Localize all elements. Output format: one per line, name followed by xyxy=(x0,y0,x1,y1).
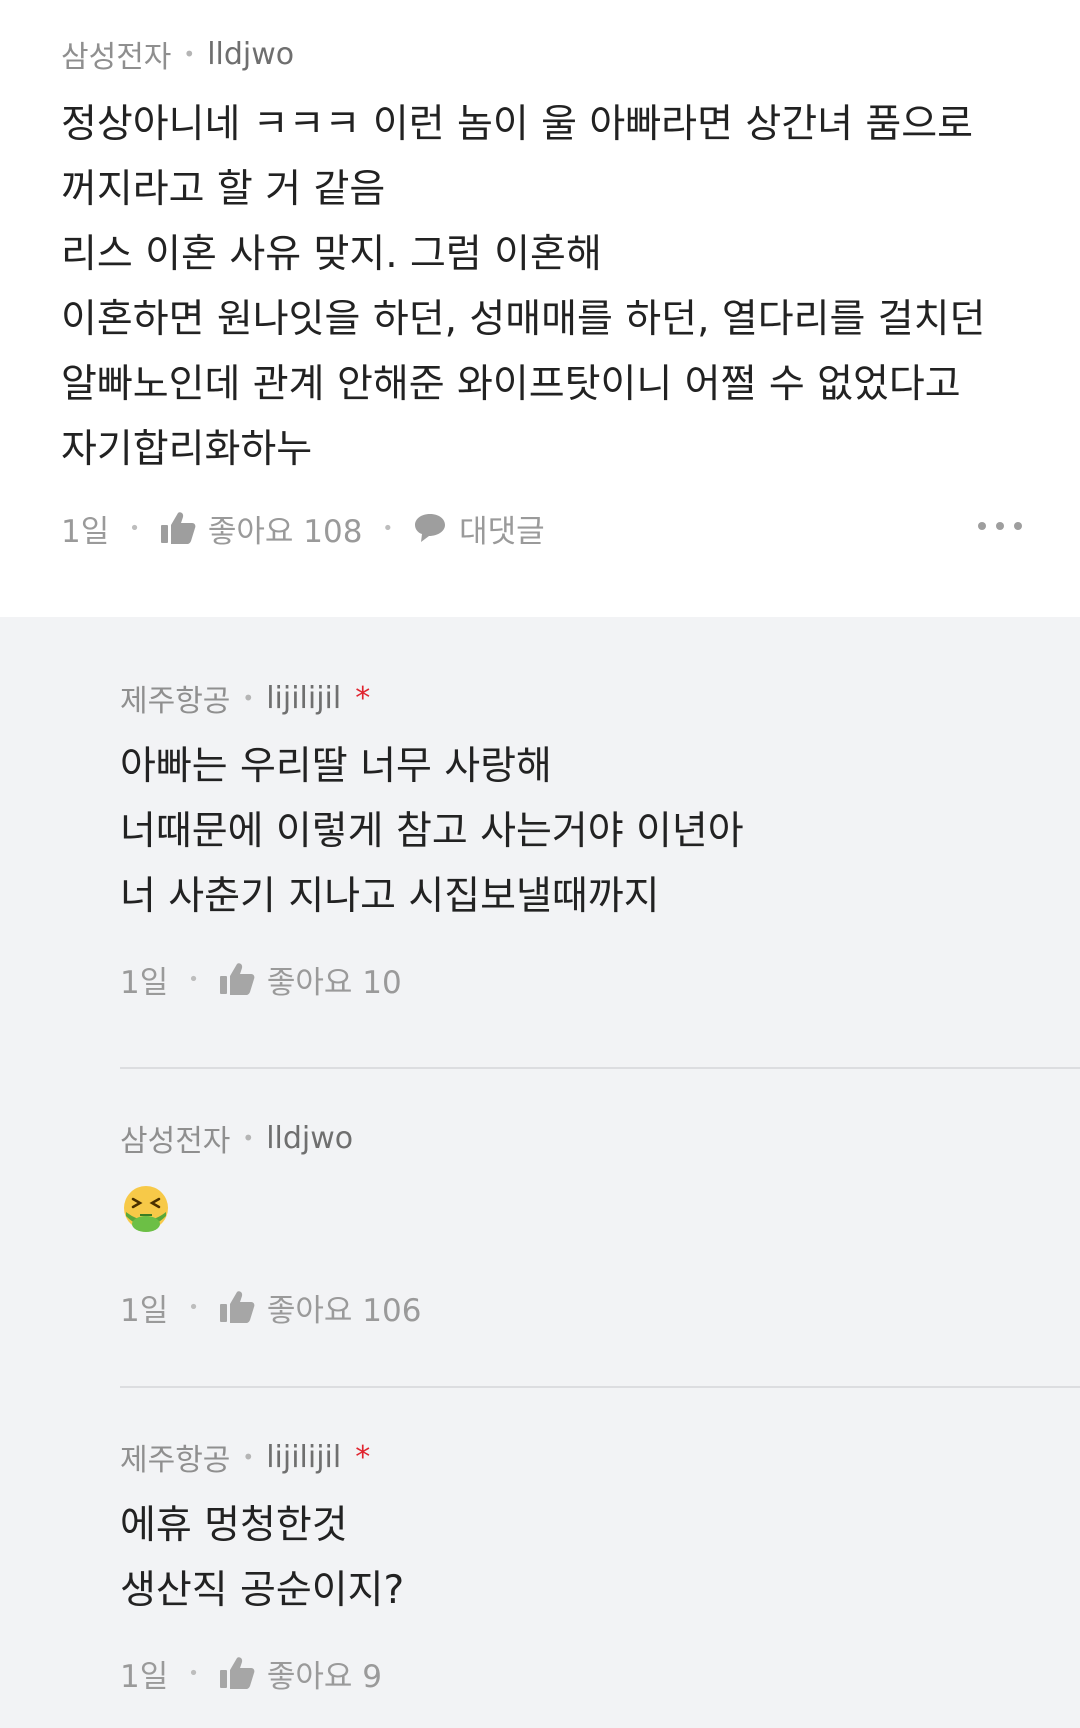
reply-body xyxy=(120,1184,1080,1249)
timestamp: 1일 xyxy=(61,513,110,550)
reply-meta: 삼성전자 • lldjwo xyxy=(120,1114,1080,1162)
like-count: 좋아요 108 xyxy=(207,513,363,550)
nauseated-face-emoji xyxy=(124,1186,168,1232)
reply-body: 에휴 멍청한것 생산직 공순이지? xyxy=(120,1493,1080,1623)
author-star-badge: * xyxy=(355,680,371,716)
comment-line: 이혼하면 원나잇을 하던, 성매매를 하던, 열다리를 걸치던 xyxy=(61,297,986,342)
reply-item: 제주항공 • lijilijil * 아빠는 우리딸 너무 사랑해 너때문에 이… xyxy=(120,617,1080,1067)
like-button[interactable]: 좋아요 9 xyxy=(219,1651,382,1696)
company-name: 제주항공 xyxy=(120,684,231,719)
company-name: 제주항공 xyxy=(120,1443,231,1478)
reply-meta: 제주항공 • lijilijil * xyxy=(120,674,1080,722)
reply-item: 제주항공 • lijilijil * 에휴 멍청한것 생산직 공순이지? 1일 … xyxy=(120,1388,1080,1728)
like-button[interactable]: 좋아요 106 xyxy=(219,1285,422,1330)
reply-line: 에휴 멍청한것 xyxy=(120,1503,348,1548)
reply-actions: 1일 • 좋아요 9 xyxy=(120,1645,1080,1701)
reply-item: 삼성전자 • lldjwo 1일 • 좋아요 106 xyxy=(120,1069,1080,1386)
timestamp: 1일 xyxy=(120,1292,169,1329)
reply-line: 너때문에 이렇게 참고 사는거야 이년아 xyxy=(120,809,744,854)
username[interactable]: lldjwo xyxy=(207,37,294,72)
main-comment: 삼성전자 • lldjwo 정상아니네 ㅋㅋㅋ 이런 놈이 울 아빠라면 상간녀… xyxy=(0,0,1080,617)
reply-label: 대댓글 xyxy=(459,513,545,550)
thumbs-up-icon xyxy=(160,512,196,544)
thumbs-up-icon xyxy=(219,1291,255,1323)
thumbs-up-icon xyxy=(219,963,255,995)
like-button[interactable]: 좋아요 10 xyxy=(219,957,402,1002)
separator-dot: • xyxy=(188,968,199,990)
reply-actions: 1일 • 좋아요 106 xyxy=(120,1279,1080,1335)
reply-line: 너 사춘기 지나고 시집보낼때까지 xyxy=(120,874,660,919)
like-count: 좋아요 9 xyxy=(266,1658,383,1695)
username[interactable]: lijilijil xyxy=(266,681,341,716)
comment-line: 꺼지라고 할 거 같음 xyxy=(61,167,386,212)
timestamp: 1일 xyxy=(120,1658,169,1695)
comment-actions: 1일 • 좋아요 108 • 대댓글 xyxy=(61,500,1020,556)
like-button[interactable]: 좋아요 108 xyxy=(160,506,363,551)
more-options-button[interactable] xyxy=(978,520,1022,532)
thumbs-up-icon xyxy=(219,1657,255,1689)
replies-section: 제주항공 • lijilijil * 아빠는 우리딸 너무 사랑해 너때문에 이… xyxy=(0,617,1080,1728)
reply-line: 생산직 공순이지? xyxy=(120,1568,405,1613)
author-star-badge: * xyxy=(355,1439,371,1475)
reply-button[interactable]: 대댓글 xyxy=(413,506,545,551)
company-name: 삼성전자 xyxy=(120,1124,231,1159)
separator-dot: • xyxy=(242,686,255,710)
comment-line: 리스 이혼 사유 맞지. 그럼 이혼해 xyxy=(61,232,602,277)
reply-meta: 제주항공 • lijilijil * xyxy=(120,1433,1080,1481)
comment-meta: 삼성전자 • lldjwo xyxy=(61,30,1020,78)
reply-line: 아빠는 우리딸 너무 사랑해 xyxy=(120,744,552,789)
like-count: 좋아요 106 xyxy=(266,1292,422,1329)
like-count: 좋아요 10 xyxy=(266,964,402,1001)
more-dot-icon xyxy=(978,522,986,530)
comment-line: 정상아니네 ㅋㅋㅋ 이런 놈이 울 아빠라면 상간녀 품으로 xyxy=(61,102,974,147)
separator-dot: • xyxy=(242,1445,255,1469)
company-name: 삼성전자 xyxy=(61,40,172,75)
separator-dot: • xyxy=(242,1126,255,1150)
reply-body: 아빠는 우리딸 너무 사랑해 너때문에 이렇게 참고 사는거야 이년아 너 사춘… xyxy=(120,734,1080,929)
timestamp: 1일 xyxy=(120,964,169,1001)
comment-line: 알빠노인데 관계 안해준 와이프탓이니 어쩔 수 없었다고 xyxy=(61,362,961,407)
reply-actions: 1일 • 좋아요 10 xyxy=(120,951,1080,1007)
separator-dot: • xyxy=(129,517,140,539)
comment-line: 자기합리화하누 xyxy=(61,427,313,472)
username[interactable]: lijilijil xyxy=(266,1440,341,1475)
comment-body: 정상아니네 ㅋㅋㅋ 이런 놈이 울 아빠라면 상간녀 품으로 꺼지라고 할 거 … xyxy=(61,92,1020,482)
separator-dot: • xyxy=(188,1662,199,1684)
username[interactable]: lldjwo xyxy=(266,1121,353,1156)
separator-dot: • xyxy=(382,517,394,539)
separator-dot: • xyxy=(183,42,196,66)
more-dot-icon xyxy=(1014,522,1022,530)
speech-bubble-icon xyxy=(415,514,446,542)
more-dot-icon xyxy=(996,522,1004,530)
separator-dot: • xyxy=(188,1296,199,1318)
